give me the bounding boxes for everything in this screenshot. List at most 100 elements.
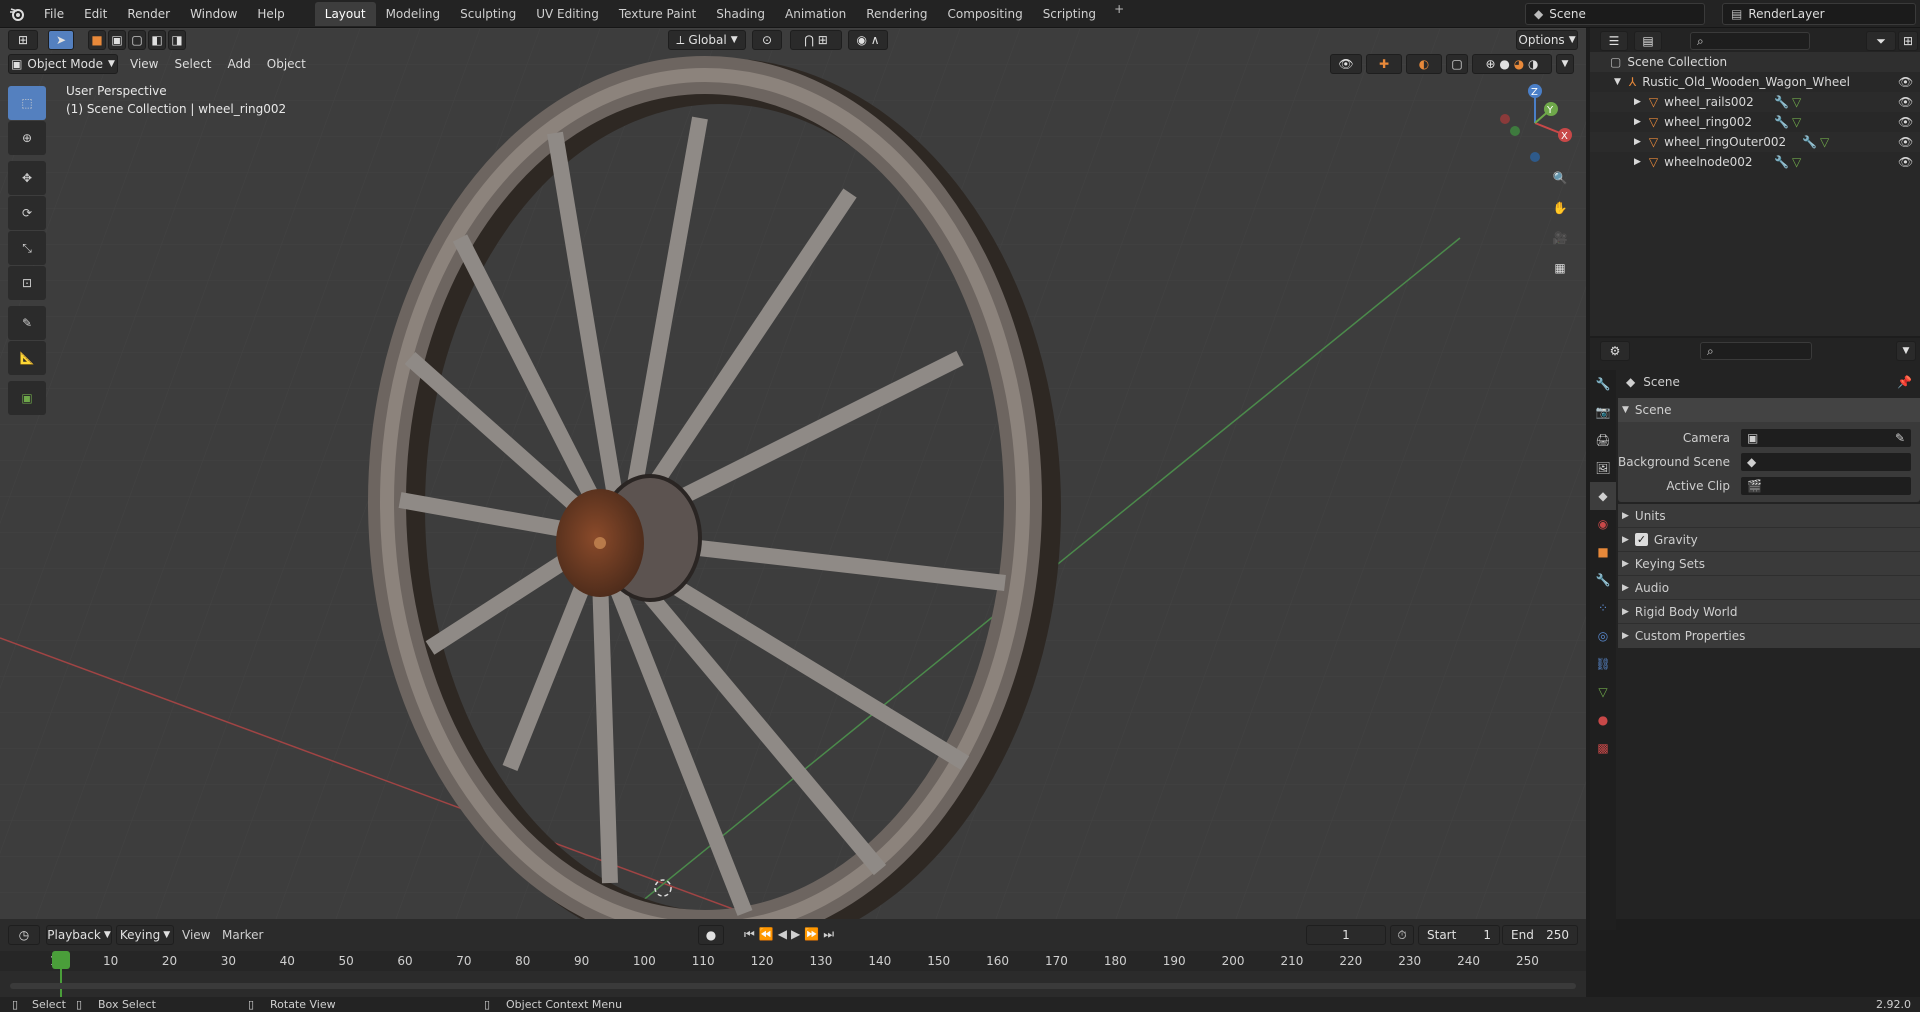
outliner-row-scene-collection[interactable]: ▢ Scene Collection xyxy=(1590,52,1920,72)
next-keyframe-icon[interactable]: ⏩ xyxy=(804,927,819,942)
tab-world[interactable]: ◉ xyxy=(1590,510,1616,538)
viewport-menu-select[interactable]: Select xyxy=(166,57,219,71)
viewport-menu-object[interactable]: Object xyxy=(259,57,314,71)
active-clip-field[interactable]: 🎬 xyxy=(1740,476,1912,496)
tab-scene[interactable]: ◆ xyxy=(1590,482,1616,510)
tab-tool[interactable]: 🔧 xyxy=(1590,370,1616,398)
filter-dropdown[interactable]: ⏷ xyxy=(1866,31,1896,51)
gravity-panel-header[interactable]: ▶ ✓ Gravity xyxy=(1618,528,1920,552)
tab-particles[interactable]: ⁘ xyxy=(1590,594,1616,622)
tab-animation[interactable]: Animation xyxy=(775,2,856,26)
camera-field[interactable]: ▣ ✎ xyxy=(1740,428,1912,448)
menu-window[interactable]: Window xyxy=(180,7,247,21)
tab-constraints[interactable]: ⛓ xyxy=(1590,650,1616,678)
display-mode-dropdown[interactable]: ▤ xyxy=(1634,31,1662,51)
shading-mode-buttons[interactable]: ⊕ ● ◕ ◑ xyxy=(1472,54,1552,74)
menu-file[interactable]: File xyxy=(34,7,74,21)
timeline-menu-marker[interactable]: Marker xyxy=(222,928,263,942)
jump-start-icon[interactable]: ⏮ xyxy=(744,927,755,942)
add-workspace-button[interactable]: + xyxy=(1106,2,1132,26)
audio-panel-header[interactable]: ▶ Audio xyxy=(1618,576,1920,600)
shading-options-dropdown[interactable]: ▼ xyxy=(1556,54,1574,74)
outliner-row-child[interactable]: ▶ ▽ wheelnode002 🔧 ▽ 👁 xyxy=(1590,152,1920,172)
tab-sculpting[interactable]: Sculpting xyxy=(450,2,526,26)
pin-icon[interactable]: 📌 xyxy=(1897,375,1912,389)
tab-modeling[interactable]: Modeling xyxy=(376,2,451,26)
editor-type-button[interactable]: ⊞ xyxy=(8,30,38,50)
outliner-row-child[interactable]: ▶ ▽ wheel_rails002 🔧 ▽ 👁 xyxy=(1590,92,1920,112)
background-scene-field[interactable]: ◆ xyxy=(1740,452,1912,472)
auto-keying-button[interactable]: ● xyxy=(698,925,724,945)
tab-layout[interactable]: Layout xyxy=(314,1,376,26)
tab-scripting[interactable]: Scripting xyxy=(1033,2,1106,26)
play-reverse-icon[interactable]: ◀ xyxy=(778,927,787,942)
tab-compositing[interactable]: Compositing xyxy=(937,2,1032,26)
tab-physics[interactable]: ◎ xyxy=(1590,622,1616,650)
tab-view-layer[interactable]: 🖼 xyxy=(1590,454,1616,482)
proportional-editing-button[interactable]: ◉ ∧ xyxy=(848,30,888,50)
pivot-point-dropdown[interactable]: ⊙ xyxy=(752,30,782,50)
tool-measure[interactable]: 📐 xyxy=(8,341,46,375)
select-extend-button[interactable]: ▣ xyxy=(108,30,126,50)
select-tool-button[interactable]: ➤ xyxy=(48,30,74,50)
tool-move[interactable]: ✥ xyxy=(8,161,46,195)
options-dropdown[interactable]: Options ▼ xyxy=(1516,30,1578,50)
gizmo-toggle[interactable]: ✚ xyxy=(1366,54,1402,74)
navigation-gizmo[interactable]: Z X Y xyxy=(1495,83,1575,163)
properties-options-dropdown[interactable]: ▼ xyxy=(1896,341,1916,361)
tab-data[interactable]: ▽ xyxy=(1590,678,1616,706)
select-new-button[interactable]: ■ xyxy=(88,30,106,50)
mode-dropdown[interactable]: ▣ Object Mode ▼ xyxy=(8,54,118,74)
outliner-row-child[interactable]: ▶ ▽ wheel_ringOuter002 🔧 ▽ 👁 xyxy=(1590,132,1920,152)
viewport-menu-add[interactable]: Add xyxy=(220,57,259,71)
end-frame-field[interactable]: End 250 xyxy=(1502,925,1578,945)
playhead[interactable] xyxy=(52,951,70,969)
tool-add-cube[interactable]: ▣ xyxy=(8,381,46,415)
frame-ruler[interactable]: 1102030405060708090100110120130140150160… xyxy=(0,951,1586,971)
eyedropper-icon[interactable]: ✎ xyxy=(1895,431,1905,445)
timeline-scrollbar[interactable] xyxy=(10,983,1576,989)
tool-scale[interactable]: ⤡ xyxy=(8,231,46,265)
visibility-eye-icon[interactable]: 👁 xyxy=(1898,95,1913,109)
gravity-checkbox[interactable]: ✓ xyxy=(1634,533,1648,546)
ortho-toggle-button[interactable]: ▦ xyxy=(1547,255,1573,281)
timeline-editor-type[interactable]: ◷ xyxy=(8,925,40,945)
visibility-eye-icon[interactable]: 👁 xyxy=(1898,135,1913,149)
scene-selector[interactable]: ◆ Scene xyxy=(1525,3,1705,25)
tool-transform[interactable]: ⊡ xyxy=(8,266,46,300)
blender-logo-icon[interactable] xyxy=(0,7,34,21)
visibility-eye-icon[interactable]: 👁 xyxy=(1898,155,1913,169)
transform-orientation-dropdown[interactable]: ⟂ Global ▼ xyxy=(668,30,746,50)
xray-toggle[interactable]: ▢ xyxy=(1446,54,1468,74)
start-frame-field[interactable]: Start 1 xyxy=(1418,925,1500,945)
tab-render[interactable]: 📷 xyxy=(1590,398,1616,426)
playback-dropdown[interactable]: Playback ▼ xyxy=(46,925,112,945)
viewport-menu-view[interactable]: View xyxy=(122,57,166,71)
scene-panel-header[interactable]: ▼ Scene xyxy=(1618,398,1920,422)
tool-select-box[interactable]: ⬚ xyxy=(8,86,46,120)
outliner-editor-type[interactable]: ☰ xyxy=(1600,31,1628,51)
select-intersect-button[interactable]: ◨ xyxy=(168,30,186,50)
tool-cursor[interactable]: ⊕ xyxy=(8,121,46,155)
snap-dropdown[interactable]: ⋂ ⊞ xyxy=(790,30,842,50)
camera-view-button[interactable]: 🎥 xyxy=(1547,225,1573,251)
menu-render[interactable]: Render xyxy=(117,7,180,21)
menu-help[interactable]: Help xyxy=(247,7,294,21)
current-frame-field[interactable]: 1 xyxy=(1306,925,1386,945)
units-panel-header[interactable]: ▶ Units xyxy=(1618,504,1920,528)
keying-sets-panel-header[interactable]: ▶ Keying Sets xyxy=(1618,552,1920,576)
tab-rendering[interactable]: Rendering xyxy=(856,2,937,26)
tab-output[interactable]: 🖨 xyxy=(1590,426,1616,454)
tab-object[interactable]: ■ xyxy=(1590,538,1616,566)
outliner-search-input[interactable]: ⌕ xyxy=(1690,32,1810,50)
overlays-toggle[interactable]: ◐ xyxy=(1406,54,1442,74)
prev-keyframe-icon[interactable]: ⏪ xyxy=(759,927,774,942)
select-subtract-button[interactable]: ▢ xyxy=(128,30,146,50)
keying-dropdown[interactable]: Keying ▼ xyxy=(116,925,174,945)
zoom-button[interactable]: 🔍 xyxy=(1547,165,1573,191)
custom-properties-panel-header[interactable]: ▶ Custom Properties xyxy=(1618,624,1920,648)
properties-search-input[interactable]: ⌕ xyxy=(1700,342,1812,360)
rigid-body-world-panel-header[interactable]: ▶ Rigid Body World xyxy=(1618,600,1920,624)
outliner-row-child[interactable]: ▶ ▽ wheel_ring002 🔧 ▽ 👁 xyxy=(1590,112,1920,132)
new-collection-button[interactable]: ⊞ xyxy=(1898,31,1918,51)
